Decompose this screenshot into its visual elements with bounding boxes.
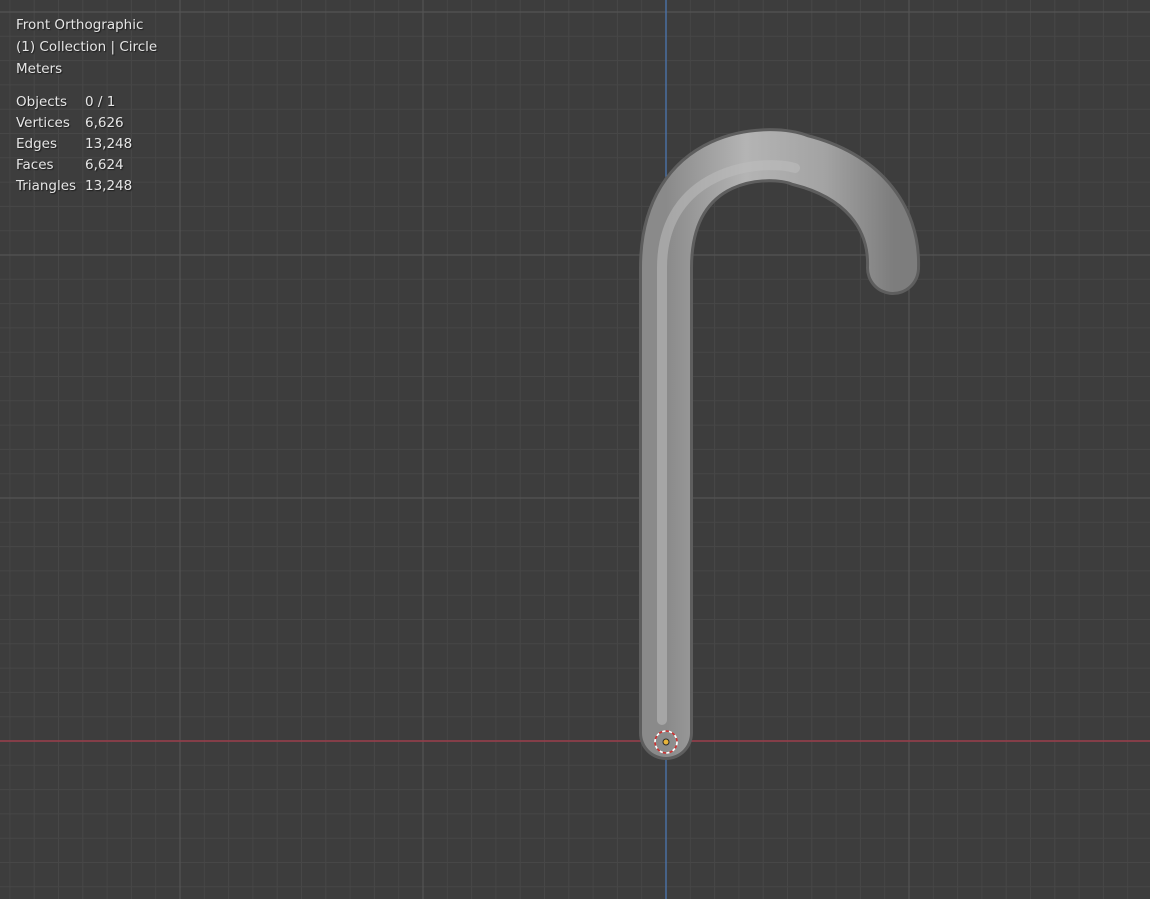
stat-label: Edges [16,136,58,152]
viewport-text-overlay: Front Orthographic (1) Collection | Circ… [16,14,157,197]
scene-statistics: Objects 0 / 1 Vertices 6,626 Edges 13,24… [16,92,132,197]
stat-label: Vertices [16,115,70,131]
viewport-canvas[interactable] [0,0,1150,899]
stat-value: 13,248 [85,178,133,194]
candy-cane-mesh[interactable] [639,128,921,760]
stat-row-faces: Faces 6,624 [16,155,132,176]
stat-value: 6,626 [85,115,124,131]
stat-label: Objects [16,94,68,110]
stat-row-objects: Objects 0 / 1 [16,92,132,113]
collection-info: (1) Collection | Circle [16,39,158,55]
stat-label: Faces [16,157,54,173]
stat-label: Triangles [16,178,77,194]
3d-viewport[interactable]: Front Orthographic (1) Collection | Circ… [0,0,1150,899]
grid-minor-lines [0,0,1150,899]
object-origin-icon[interactable] [662,738,670,746]
unit-system: Meters [16,61,63,77]
stat-value: 6,624 [85,157,124,173]
stat-row-edges: Edges 13,248 [16,134,132,155]
stat-row-vertices: Vertices 6,626 [16,113,132,134]
stat-value: 0 / 1 [85,94,116,110]
view-name: Front Orthographic [16,17,144,33]
stat-row-triangles: Triangles 13,248 [16,176,132,197]
stat-value: 13,248 [85,136,133,152]
